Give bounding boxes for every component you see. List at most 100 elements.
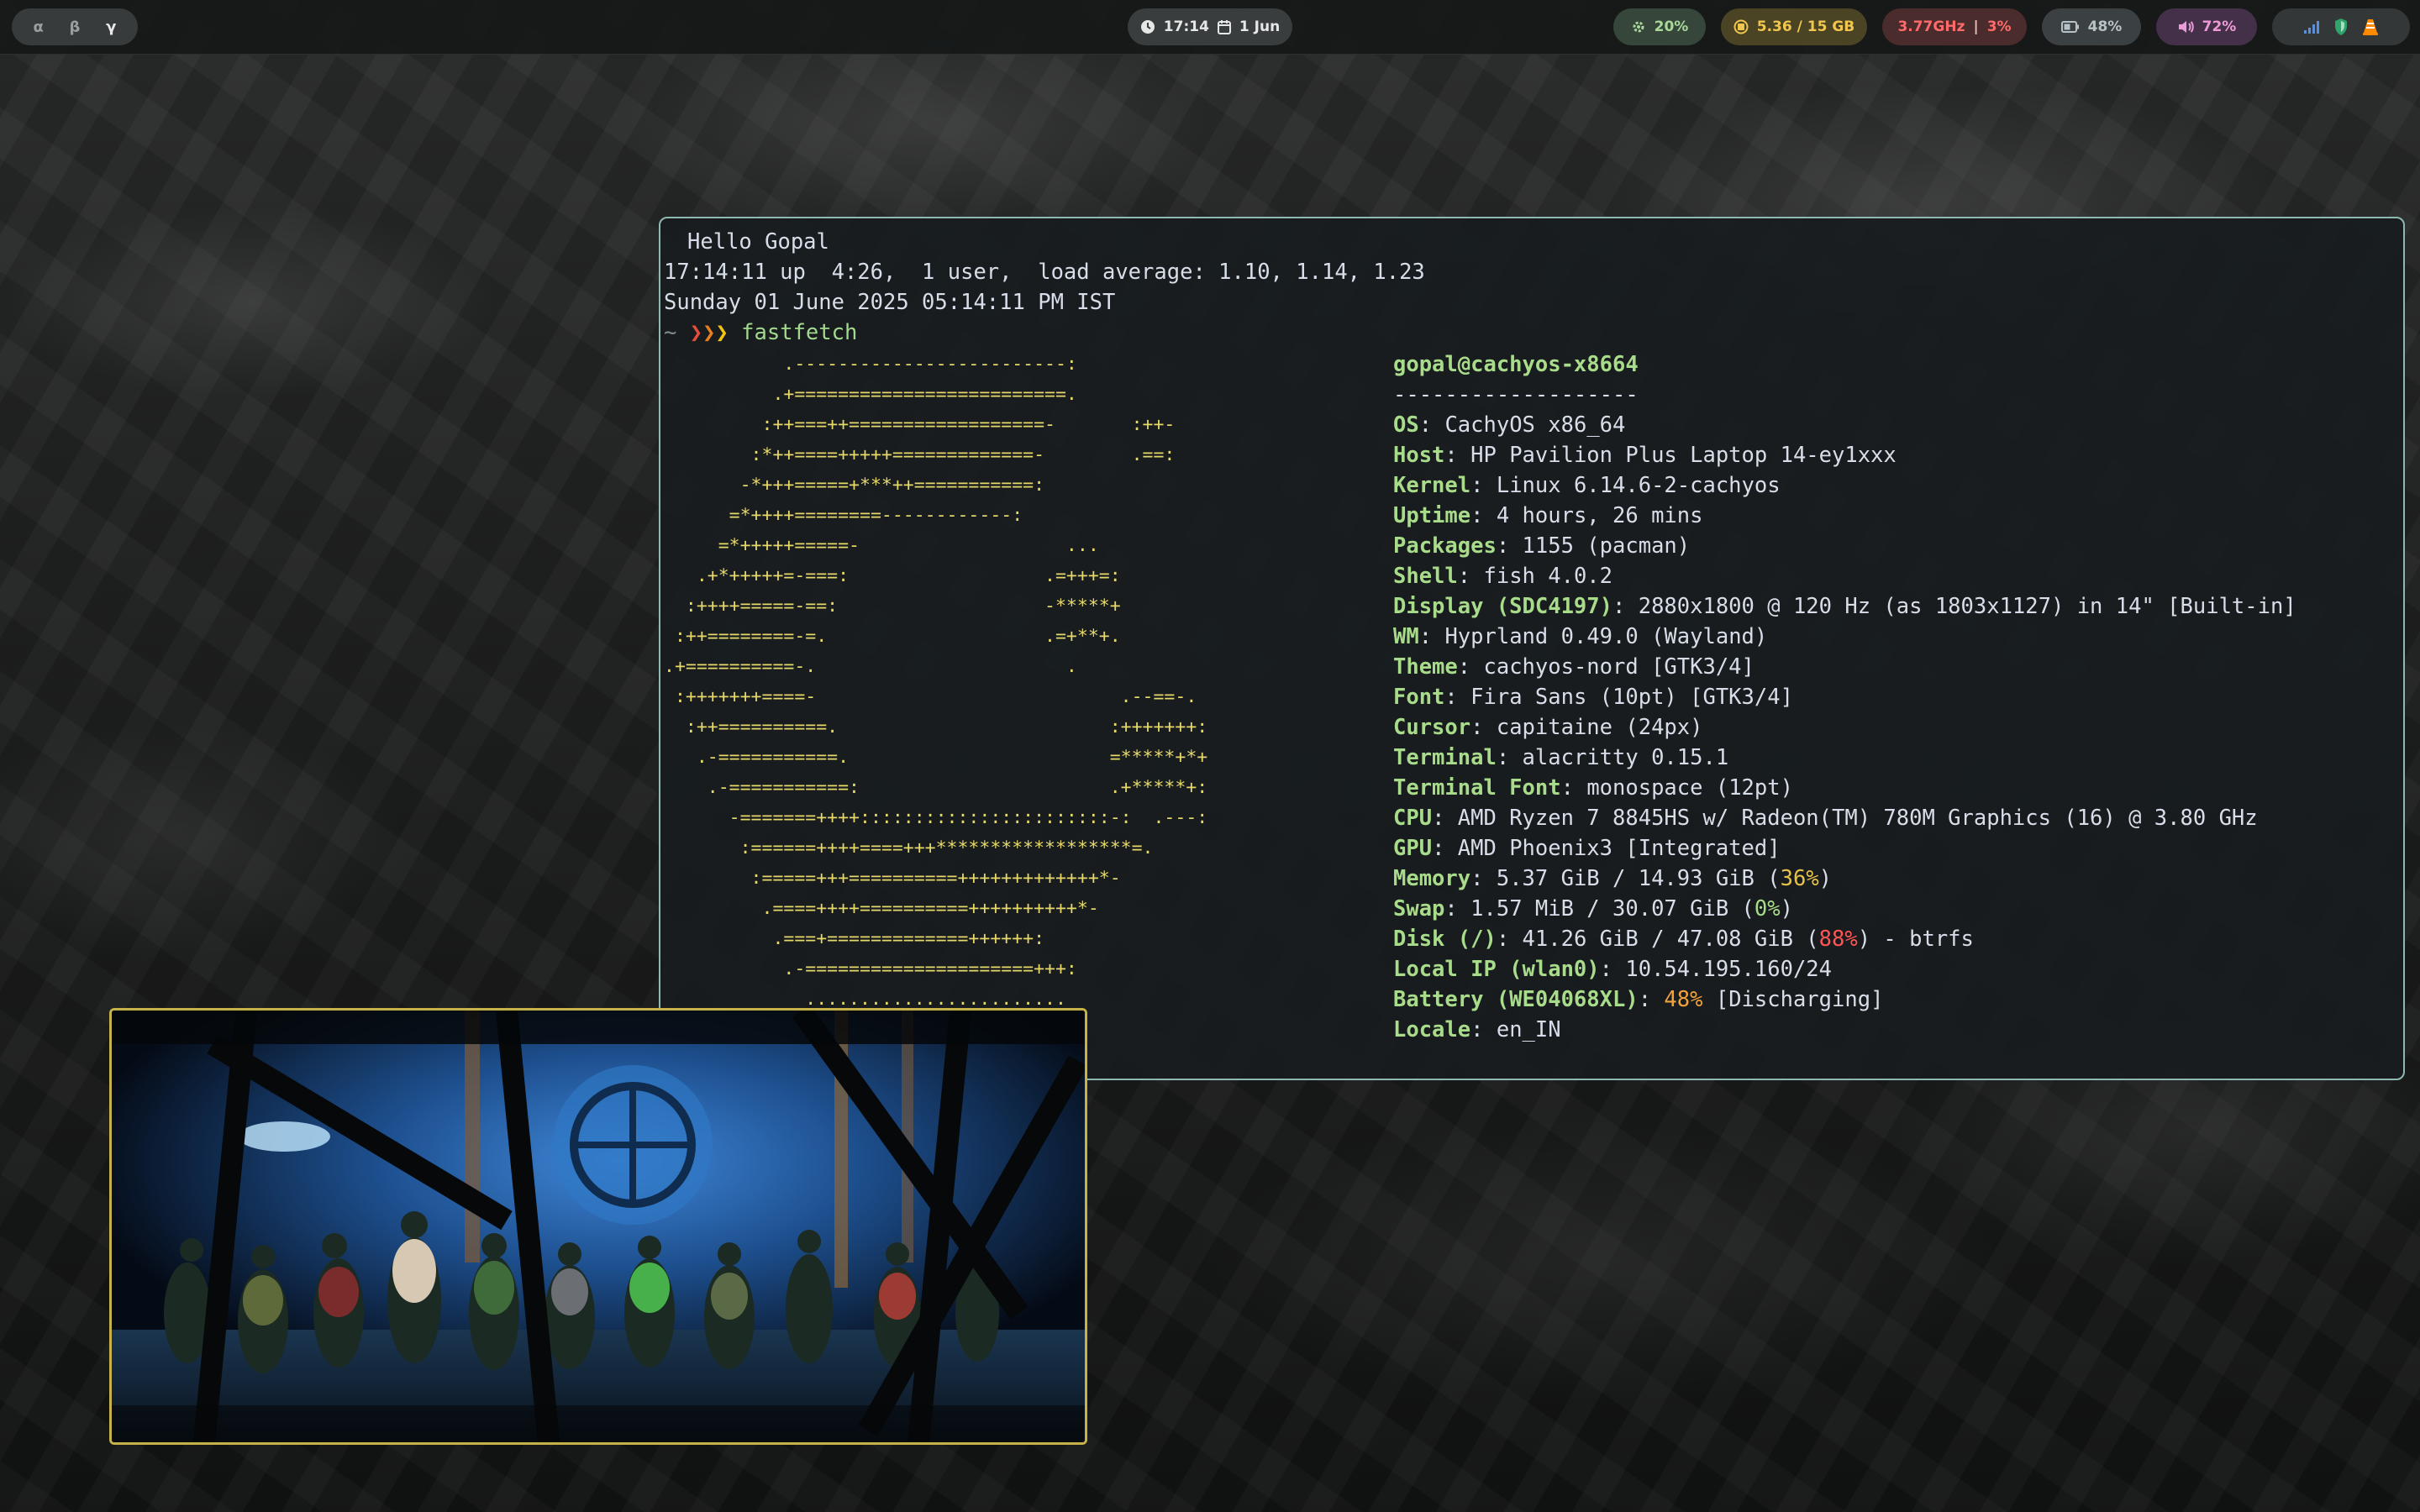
info-row: OS: CachyOS x86_64	[1393, 410, 2296, 440]
user-host: gopal@cachyos-x8664	[1393, 352, 1639, 377]
info-value: 2880x1800 @ 120 Hz (as 1803x1127) in 14"…	[1638, 594, 2296, 619]
gear-icon	[1631, 19, 1646, 34]
terminal-window[interactable]: Hello Gopal 17:14:11 up 4:26, 1 user, lo…	[659, 217, 2405, 1080]
info-rows: OS: CachyOS x86_64 Host: HP Pavilion Plus…	[1393, 410, 2296, 1045]
info-row: Locale: en_IN	[1393, 1015, 2296, 1045]
info-colon: :	[1418, 412, 1445, 438]
info-colon: :	[1470, 866, 1497, 891]
info-key: OS	[1393, 412, 1419, 438]
signal-bars-icon[interactable]	[2303, 19, 2320, 34]
fastfetch-info: gopal@cachyos-x8664 ------------------- …	[1393, 349, 2296, 1045]
info-value: Linux 6.14.6-2-cachyos	[1496, 473, 1781, 498]
cpu-freq-widget[interactable]: 3.77GHz | 3%	[1882, 8, 2027, 45]
info-colon: :	[1444, 685, 1471, 710]
video-frame	[112, 1011, 1085, 1442]
volume-value: 72%	[2202, 18, 2237, 35]
info-row: Battery (WE04068XL): 48% [Discharging]	[1393, 984, 2296, 1015]
info-value: 41.26 GiB / 47.08 GiB (	[1522, 927, 1819, 952]
info-colon: :	[1612, 594, 1639, 619]
info-key: Battery (WE04068XL)	[1393, 987, 1639, 1012]
info-key: Theme	[1393, 654, 1458, 680]
info-key: Locale	[1393, 1017, 1471, 1042]
info-row: Local IP (wlan0): 10.54.195.160/24	[1393, 954, 2296, 984]
info-value: AMD Ryzen 7 8845HS w/ Radeon(TM) 780M Gr…	[1457, 806, 2258, 831]
shield-icon[interactable]	[2333, 18, 2349, 36]
info-key: Kernel	[1393, 473, 1471, 498]
info-colon: :	[1470, 715, 1497, 740]
info-key: Display (SDC4197)	[1393, 594, 1612, 619]
prompt-cwd: ~	[664, 320, 677, 345]
info-colon: :	[1418, 624, 1445, 649]
info-row: Memory: 5.37 GiB / 14.93 GiB (36%)	[1393, 864, 2296, 894]
battery-value: 48%	[2087, 18, 2123, 35]
info-colon: :	[1599, 957, 1626, 982]
info-value: HP Pavilion Plus Laptop 14-ey1xxx	[1470, 443, 1897, 468]
info-key: Shell	[1393, 564, 1458, 589]
info-colon: :	[1444, 443, 1471, 468]
battery-widget[interactable]: 48%	[2042, 8, 2141, 45]
clock-widget[interactable]: 17:14 1 Jun	[1128, 8, 1292, 45]
prompt-chevron-icon: ❯	[689, 320, 703, 345]
info-colon: :	[1432, 806, 1458, 831]
info-colon: :	[1432, 836, 1458, 861]
info-key: Terminal	[1393, 745, 1497, 770]
prompt-command: fastfetch	[741, 320, 858, 345]
info-value: capitaine (24px)	[1496, 715, 1703, 740]
info-suffix: ) - btrfs	[1857, 927, 1974, 952]
info-row: Packages: 1155 (pacman)	[1393, 531, 2296, 561]
clock-icon	[1140, 19, 1155, 34]
info-row: Terminal Font: monospace (12pt)	[1393, 773, 2296, 803]
cpu-temp-widget[interactable]: 20%	[1613, 8, 1706, 45]
uptime-line: 17:14:11 up 4:26, 1 user, load average: …	[664, 260, 1425, 285]
info-percent: 36%	[1780, 866, 1819, 891]
info-row: GPU: AMD Phoenix3 [Integrated]	[1393, 833, 2296, 864]
info-colon: :	[1496, 533, 1523, 559]
prompt-chevron-icon: ❯	[715, 320, 729, 345]
info-row: CPU: AMD Ryzen 7 8845HS w/ Radeon(TM) 78…	[1393, 803, 2296, 833]
info-row: Display (SDC4197): 2880x1800 @ 120 Hz (a…	[1393, 591, 2296, 622]
shell-prompt[interactable]: ~ ❯❯❯ fastfetch	[664, 318, 857, 348]
date-line: Sunday 01 June 2025 05:14:11 PM IST	[664, 290, 1116, 315]
info-value: CachyOS x86_64	[1444, 412, 1626, 438]
info-suffix: )	[1780, 896, 1793, 921]
memory-value: 5.36 / 15 GB	[1756, 18, 1855, 35]
info-key: Local IP (wlan0)	[1393, 957, 1600, 982]
vlc-cone-icon[interactable]	[2362, 18, 2379, 36]
memory-widget[interactable]: 5.36 / 15 GB	[1721, 8, 1867, 45]
info-percent: 0%	[1754, 896, 1781, 921]
info-key: Host	[1393, 443, 1445, 468]
info-key: Packages	[1393, 533, 1497, 559]
info-key: Cursor	[1393, 715, 1471, 740]
cpu-usage-value: 3%	[1986, 18, 2012, 35]
info-colon: :	[1457, 654, 1484, 680]
info-value: monospace (12pt)	[1586, 775, 1793, 801]
info-key: Disk (/)	[1393, 927, 1497, 952]
info-row: Terminal: alacritty 0.15.1	[1393, 743, 2296, 773]
info-row: Shell: fish 4.0.2	[1393, 561, 2296, 591]
workspace-switcher: α β γ	[12, 8, 138, 45]
info-key: Font	[1393, 685, 1445, 710]
workspace-2[interactable]: β	[60, 18, 90, 36]
info-colon: :	[1444, 896, 1471, 921]
prompt-chevron-icon: ❯	[702, 320, 716, 345]
workspace-1[interactable]: α	[24, 18, 54, 36]
info-key: Uptime	[1393, 503, 1471, 528]
calendar-icon	[1217, 19, 1231, 34]
top-bar: α β γ 17:14 1 Jun 20% 5.36 / 15 GB 3.77G…	[0, 0, 2420, 55]
workspace-3[interactable]: γ	[96, 18, 126, 36]
info-value: 1.57 MiB / 30.07 GiB (	[1470, 896, 1754, 921]
info-row: WM: Hyprland 0.49.0 (Wayland)	[1393, 622, 2296, 652]
cpu-separator: |	[1973, 18, 1979, 35]
info-separator: -------------------	[1393, 382, 1639, 407]
info-value: 5.37 GiB / 14.93 GiB (	[1496, 866, 1781, 891]
info-value: 4 hours, 26 mins	[1496, 503, 1703, 528]
info-colon: :	[1496, 927, 1523, 952]
info-row: Cursor: capitaine (24px)	[1393, 712, 2296, 743]
info-value: 1155 (pacman)	[1522, 533, 1691, 559]
info-key: CPU	[1393, 806, 1433, 831]
info-row: Theme: cachyos-nord [GTK3/4]	[1393, 652, 2296, 682]
volume-widget[interactable]: 72%	[2156, 8, 2257, 45]
cpu-freq-value: 3.77GHz	[1897, 18, 1965, 35]
video-player-window[interactable]	[109, 1008, 1087, 1445]
info-colon: :	[1638, 987, 1665, 1012]
